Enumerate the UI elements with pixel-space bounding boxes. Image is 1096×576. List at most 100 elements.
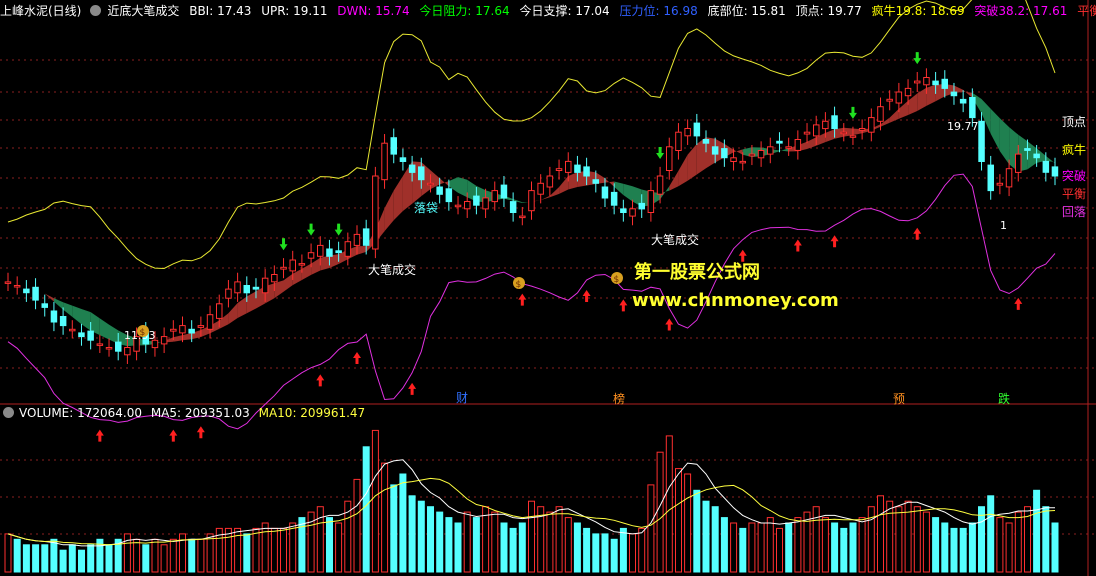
volume-bar [371,429,379,573]
volume-bar [619,527,627,573]
volume-bar [849,522,857,573]
volume-bar [289,522,297,573]
volume-bar [316,506,324,573]
ribbon-segment [540,195,550,201]
candle-body [914,80,921,84]
signal-yu: 预 [893,392,905,406]
volume-bar [472,517,480,573]
candle-body [959,98,967,104]
volume-bar [702,500,710,573]
candle-body [941,78,948,89]
candle-body [160,336,168,345]
ribbon-segment [246,291,256,314]
volume-bar [243,533,251,573]
candle-body [59,316,67,327]
volume-bar [454,522,462,573]
candle-body [408,164,416,173]
volume-bar [601,533,609,573]
buy-arrow-icon [665,318,674,331]
volume-bars [4,429,1059,573]
candle-body [473,195,480,206]
header-item-balance: 平衡50: 16.94 [1077,4,1096,18]
ribbon-segment [549,187,560,198]
candle-body [546,175,554,188]
volume-bar [41,544,49,573]
volume-bar [500,522,508,573]
candle-body [629,208,636,217]
candle-body [69,328,76,332]
candle-body [638,202,645,210]
ribbon-segment [320,255,330,271]
candle-body [555,168,563,171]
candle-body [785,146,792,149]
buy-arrow-icon [582,290,591,303]
candle-body [261,277,269,294]
sell-arrow-icon [334,223,343,236]
candle-body [996,182,1004,186]
ribbon-segment [568,172,578,190]
candle-body [124,347,131,356]
svg-text:$: $ [140,328,146,338]
candle-body [271,274,278,283]
volume-bar [509,527,517,573]
candle-body [1015,153,1022,173]
ribbon-segment [357,246,367,255]
volume-bar [151,538,159,573]
candle-body [757,150,765,159]
stock-name: 上峰水泥(日线) [0,4,82,18]
candle-body [105,347,113,350]
volume-bar [720,517,728,573]
ribbon-segment [301,263,312,280]
volume-bar [261,522,269,573]
volume-bar [22,544,30,573]
volume-bar [142,544,150,573]
candle-body [1005,168,1013,188]
ribbon-segment [733,149,743,155]
volume-bar [573,522,581,573]
volume-bar [280,527,287,573]
candle-body [987,164,994,192]
candle-body [923,77,930,86]
right-label-fall: 回落 [1062,205,1086,219]
candle-body [50,310,58,323]
buy-arrow-icon [793,239,802,252]
ribbon-segment [678,154,688,187]
candle-body [170,328,177,332]
candle-body [32,286,39,301]
candle-body [252,286,260,290]
ribbon-segment [908,93,918,115]
volume-bar [922,511,930,573]
sell-arrow-icon [656,147,665,159]
volume-bar [877,495,884,573]
volume-toggle-icon[interactable] [3,407,14,418]
stock-chart-canvas[interactable]: 大笔成交 大笔成交 落袋 19.77 11.53 1 顶点 疯牛 突破 平衡 回… [0,0,1096,576]
header-item-bottom: 底部位: 15.81 [707,4,786,18]
candle-body [895,91,903,104]
volume-bar [436,511,444,573]
candle-body [372,175,379,250]
indicator-toggle-icon[interactable] [90,5,102,16]
ribbon-segment [623,183,633,202]
candle-body [776,140,783,144]
volume-bar [133,538,141,573]
candle-body [234,281,241,294]
chart-annotations: 大笔成交 大笔成交 落袋 19.77 11.53 1 顶点 疯牛 突破 平衡 回… [124,115,1086,406]
candle-body [353,233,361,246]
volume-bar [831,522,839,573]
buy-arrow-icon [830,235,839,248]
svg-text:$: $ [614,275,620,285]
indicator-name[interactable]: 近底大笔成交 [107,4,179,18]
volume-bar [252,527,260,573]
ribbon-segment [430,170,440,190]
volume-ma5: MA5: 209351.03 [150,406,250,420]
volume-bar [913,506,921,573]
volume-bar [160,544,168,573]
volume-bar [1051,522,1059,573]
volume-bar [766,517,774,573]
candle-body [335,250,342,254]
candle-body [868,117,875,133]
candle-body [794,139,802,151]
candle-body [418,166,425,181]
ribbon-segment [963,89,973,98]
candle-body [280,266,287,270]
